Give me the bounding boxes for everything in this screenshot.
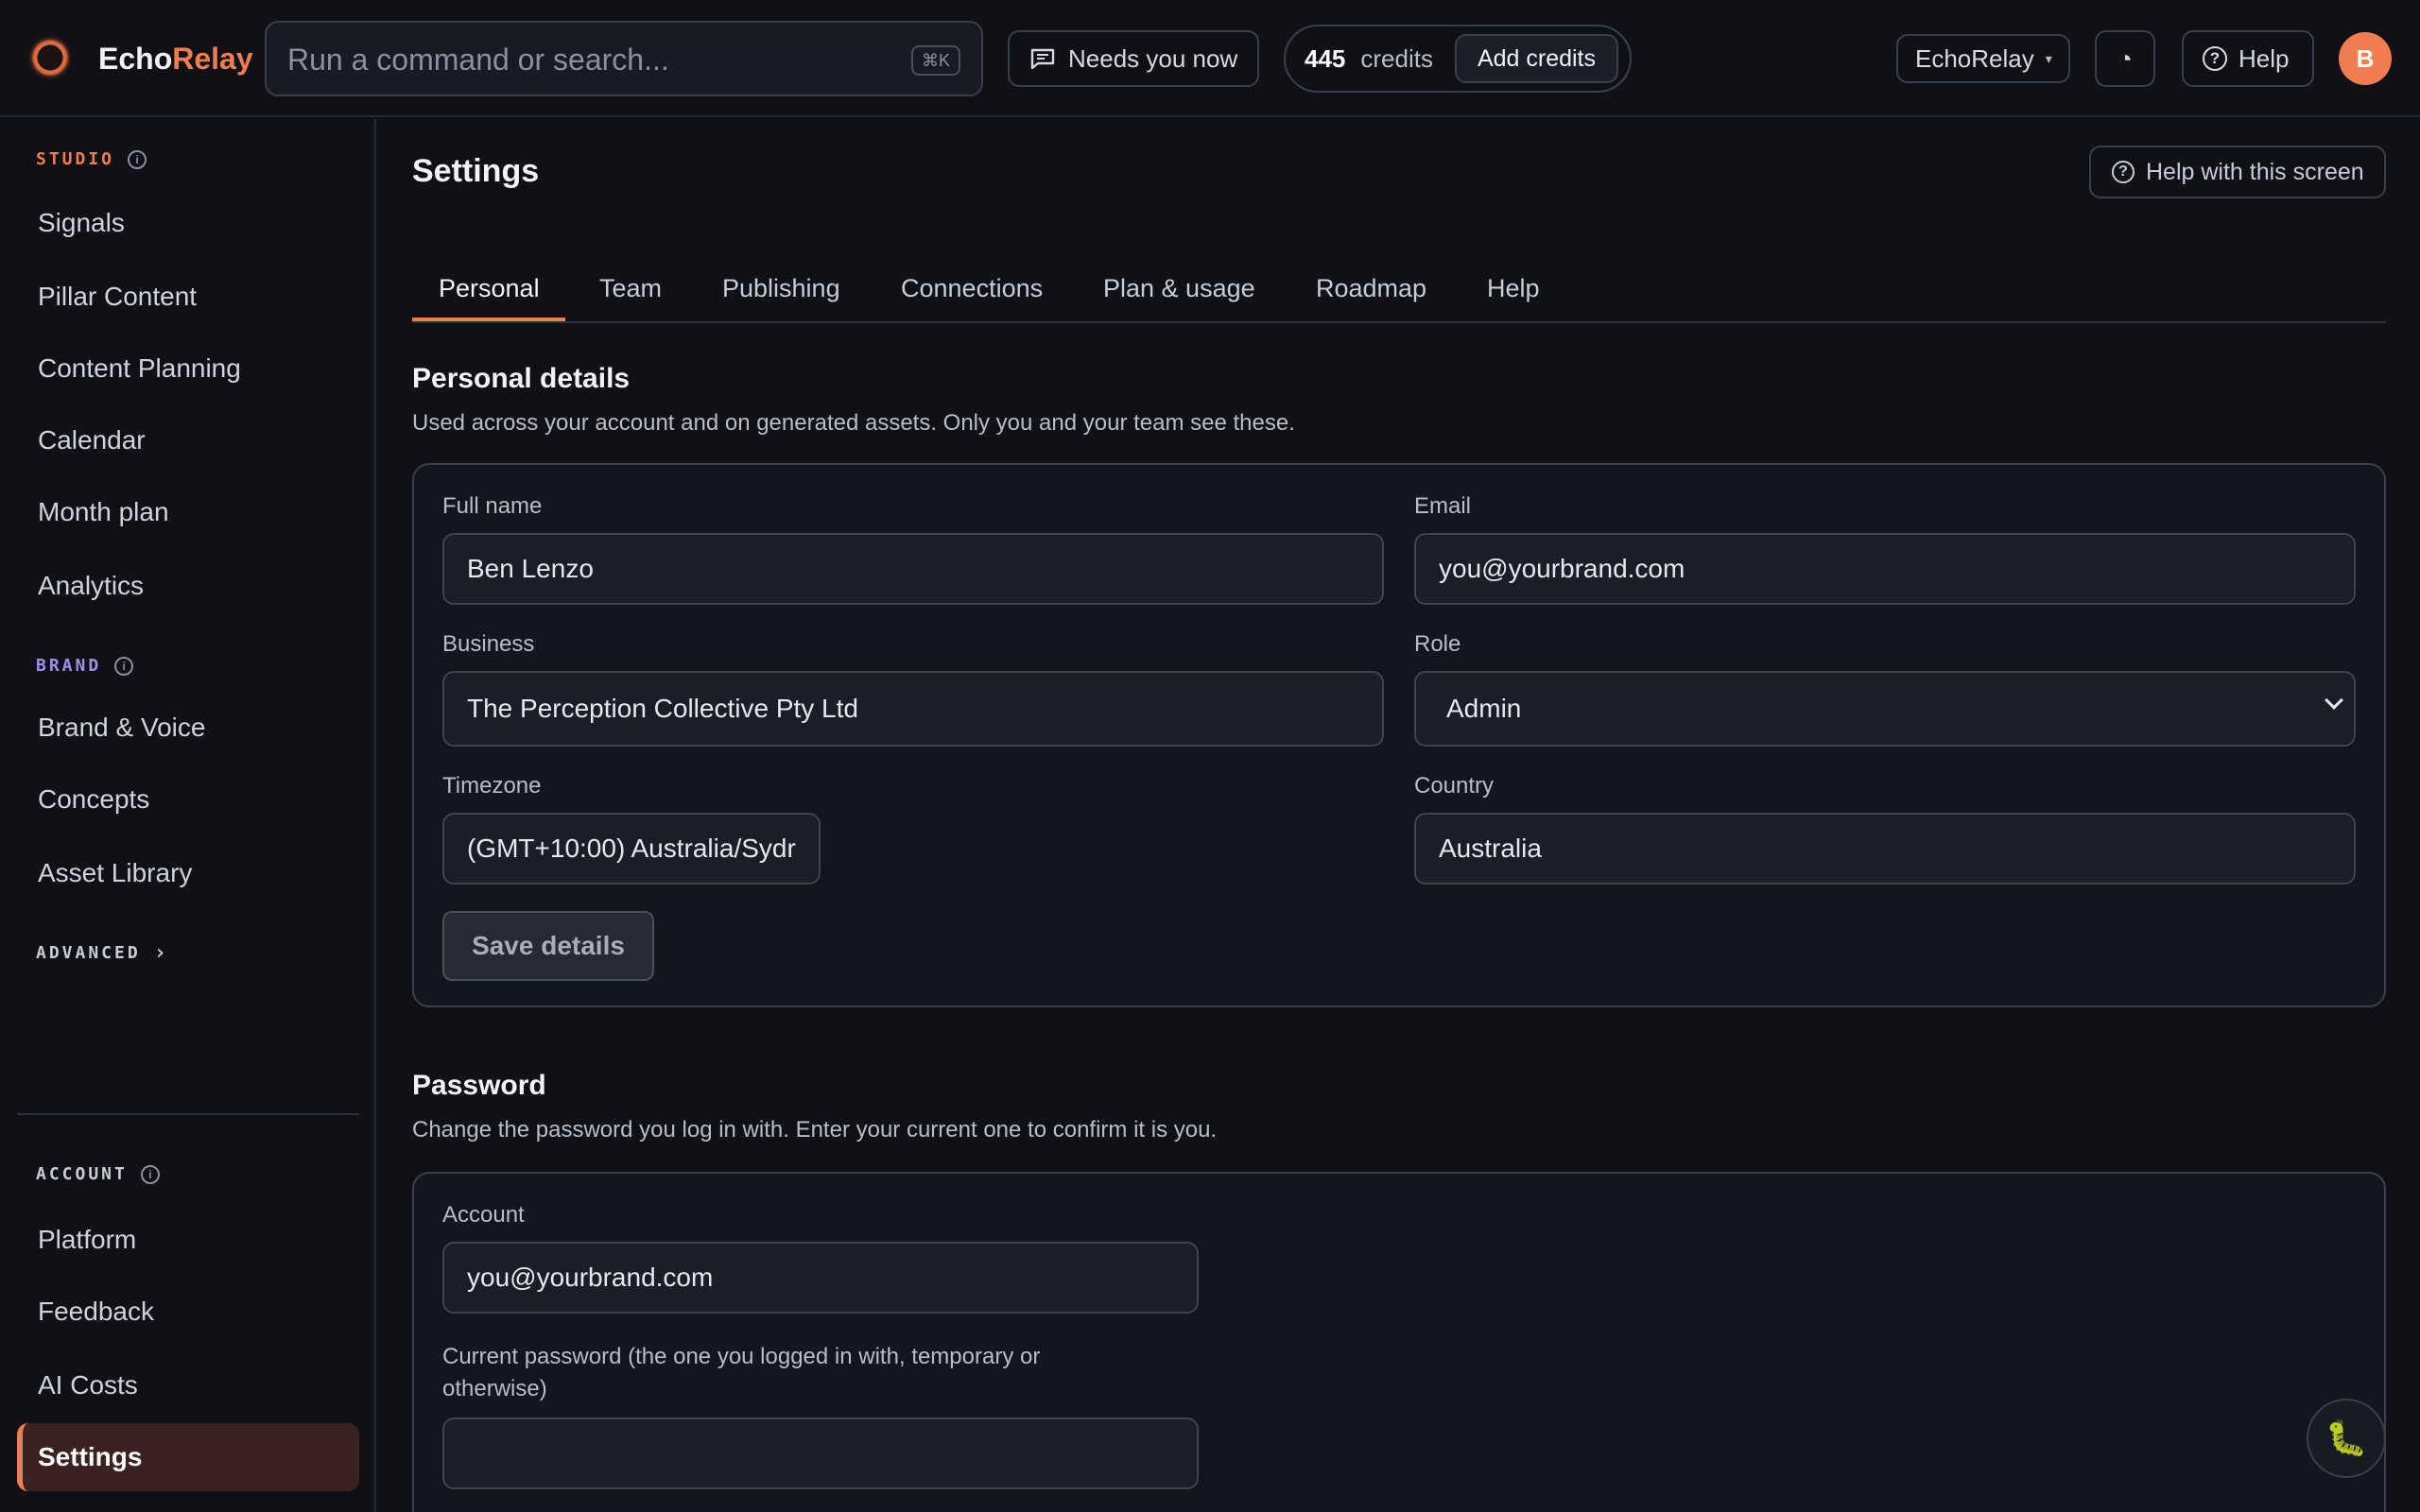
timezone-label: Timezone: [442, 773, 542, 799]
sidebar-section-advanced[interactable]: ADVANCED ›: [36, 941, 166, 965]
shortcut-badge: ⌘K: [911, 45, 960, 76]
info-icon[interactable]: i: [114, 656, 134, 676]
brand-name-part2: Relay: [172, 42, 253, 76]
caret-down-icon: ▾: [2045, 50, 2052, 66]
help-circle-icon: ?: [2112, 161, 2135, 183]
sidebar-divider: [17, 1113, 359, 1115]
bug-icon: 🐛: [2325, 1418, 2368, 1457]
role-label: Role: [1414, 631, 1461, 657]
sidebar-item-brand-voice[interactable]: Brand & Voice: [38, 713, 205, 743]
theme-icon: ◔: [2118, 43, 2133, 73]
settings-tabs: Personal Team Publishing Connections Pla…: [412, 268, 2386, 323]
feedback-bug-button[interactable]: 🐛: [2307, 1399, 2386, 1478]
account-label: Account: [442, 1202, 525, 1228]
tab-plan-usage[interactable]: Plan & usage: [1103, 274, 1255, 303]
help-label: Help: [2238, 43, 2290, 73]
password-description: Change the password you log in with. Ent…: [412, 1117, 1218, 1143]
sidebar-item-calendar[interactable]: Calendar: [38, 425, 146, 455]
current-password-label-line2: otherwise): [442, 1376, 547, 1401]
personal-details-heading: Personal details: [412, 363, 631, 394]
sidebar-item-concepts[interactable]: Concepts: [38, 784, 149, 815]
brand-label: BRAND: [36, 656, 102, 676]
full-name-label: Full name: [442, 493, 543, 519]
country-field[interactable]: Australia: [1414, 813, 2356, 885]
help-circle-icon: ?: [2203, 46, 2227, 71]
help-button[interactable]: ? Help: [2182, 30, 2314, 87]
current-password-label-line1: Current password (the one you logged in …: [442, 1344, 1041, 1369]
tab-roadmap[interactable]: Roadmap: [1316, 274, 1426, 303]
save-details-button[interactable]: Save details: [442, 911, 654, 981]
sidebar-item-settings-label: Settings: [38, 1442, 143, 1471]
account-field[interactable]: you@yourbrand.com: [442, 1242, 1199, 1314]
sidebar-item-month-plan[interactable]: Month plan: [38, 497, 169, 527]
brand-name-part1: Echo: [98, 42, 173, 76]
theme-toggle-button[interactable]: ◔: [2095, 30, 2155, 87]
top-bar: EchoRelay ⌘K Needs you now 445 credits A…: [0, 0, 2420, 117]
tab-help[interactable]: Help: [1487, 274, 1540, 303]
needs-you-now-button[interactable]: Needs you now: [1008, 30, 1259, 87]
sidebar-item-pillar-content[interactable]: Pillar Content: [38, 282, 197, 312]
current-password-field[interactable]: [442, 1418, 1199, 1489]
sidebar-item-asset-library[interactable]: Asset Library: [38, 858, 192, 888]
avatar[interactable]: B: [2339, 32, 2392, 85]
sidebar-item-settings[interactable]: Settings: [17, 1423, 359, 1491]
advanced-label: ADVANCED: [36, 943, 141, 963]
personal-details-description: Used across your account and on generate…: [412, 410, 1295, 436]
sidebar-section-account: ACCOUNT i: [36, 1164, 160, 1184]
sidebar-item-ai-costs[interactable]: AI Costs: [38, 1370, 138, 1400]
credits-pill: 445 credits Add credits: [1284, 25, 1632, 93]
role-select-value: Admin: [1446, 694, 1522, 723]
command-search-box[interactable]: ⌘K: [265, 21, 983, 96]
sidebar: STUDIO i Signals Pillar Content Content …: [0, 119, 376, 1512]
timezone-field[interactable]: (GMT+10:00) Australia/Sydr: [442, 813, 821, 885]
role-select[interactable]: Admin: [1414, 671, 2356, 747]
tab-personal[interactable]: Personal: [439, 274, 540, 303]
chevron-down-icon: [2325, 691, 2343, 710]
sidebar-item-platform[interactable]: Platform: [38, 1225, 136, 1255]
tab-connections[interactable]: Connections: [901, 274, 1043, 303]
account-label: ACCOUNT: [36, 1164, 128, 1184]
business-field[interactable]: The Perception Collective Pty Ltd: [442, 671, 1384, 747]
add-credits-button[interactable]: Add credits: [1454, 34, 1618, 83]
needs-you-now-label: Needs you now: [1068, 43, 1238, 73]
sidebar-item-signals[interactable]: Signals: [38, 208, 125, 238]
business-label: Business: [442, 631, 535, 657]
echorelay-logo-icon[interactable]: [28, 36, 72, 79]
help-with-screen-button[interactable]: ? Help with this screen: [2089, 146, 2386, 198]
message-icon: [1030, 48, 1055, 69]
page-title: Settings: [412, 153, 540, 189]
credits-count: 445: [1305, 43, 1346, 73]
current-password-label: Current password (the one you logged in …: [442, 1344, 1040, 1402]
chevron-right-icon: ›: [153, 941, 166, 965]
help-with-screen-label: Help with this screen: [2146, 158, 2364, 185]
sidebar-item-content-planning[interactable]: Content Planning: [38, 353, 241, 384]
info-icon[interactable]: i: [128, 149, 147, 169]
workspace-switcher[interactable]: EchoRelay ▾: [1896, 34, 2070, 83]
full-name-field[interactable]: Ben Lenzo: [442, 533, 1384, 605]
password-heading: Password: [412, 1070, 546, 1101]
workspace-name: EchoRelay: [1915, 43, 2034, 73]
sidebar-item-feedback[interactable]: Feedback: [38, 1297, 154, 1327]
command-search-input[interactable]: [287, 40, 892, 79]
sidebar-section-studio: STUDIO i: [36, 149, 147, 169]
tab-team[interactable]: Team: [599, 274, 662, 303]
info-icon[interactable]: i: [140, 1164, 160, 1184]
studio-label: STUDIO: [36, 149, 115, 169]
country-label: Country: [1414, 773, 1495, 799]
sidebar-section-brand: BRAND i: [36, 656, 134, 676]
credits-label: credits: [1360, 43, 1433, 73]
email-label: Email: [1414, 493, 1472, 519]
email-field[interactable]: you@yourbrand.com: [1414, 533, 2356, 605]
active-tab-indicator: [412, 318, 565, 321]
brand-name[interactable]: EchoRelay: [98, 42, 253, 77]
tab-publishing[interactable]: Publishing: [722, 274, 840, 303]
sidebar-item-analytics[interactable]: Analytics: [38, 571, 144, 601]
